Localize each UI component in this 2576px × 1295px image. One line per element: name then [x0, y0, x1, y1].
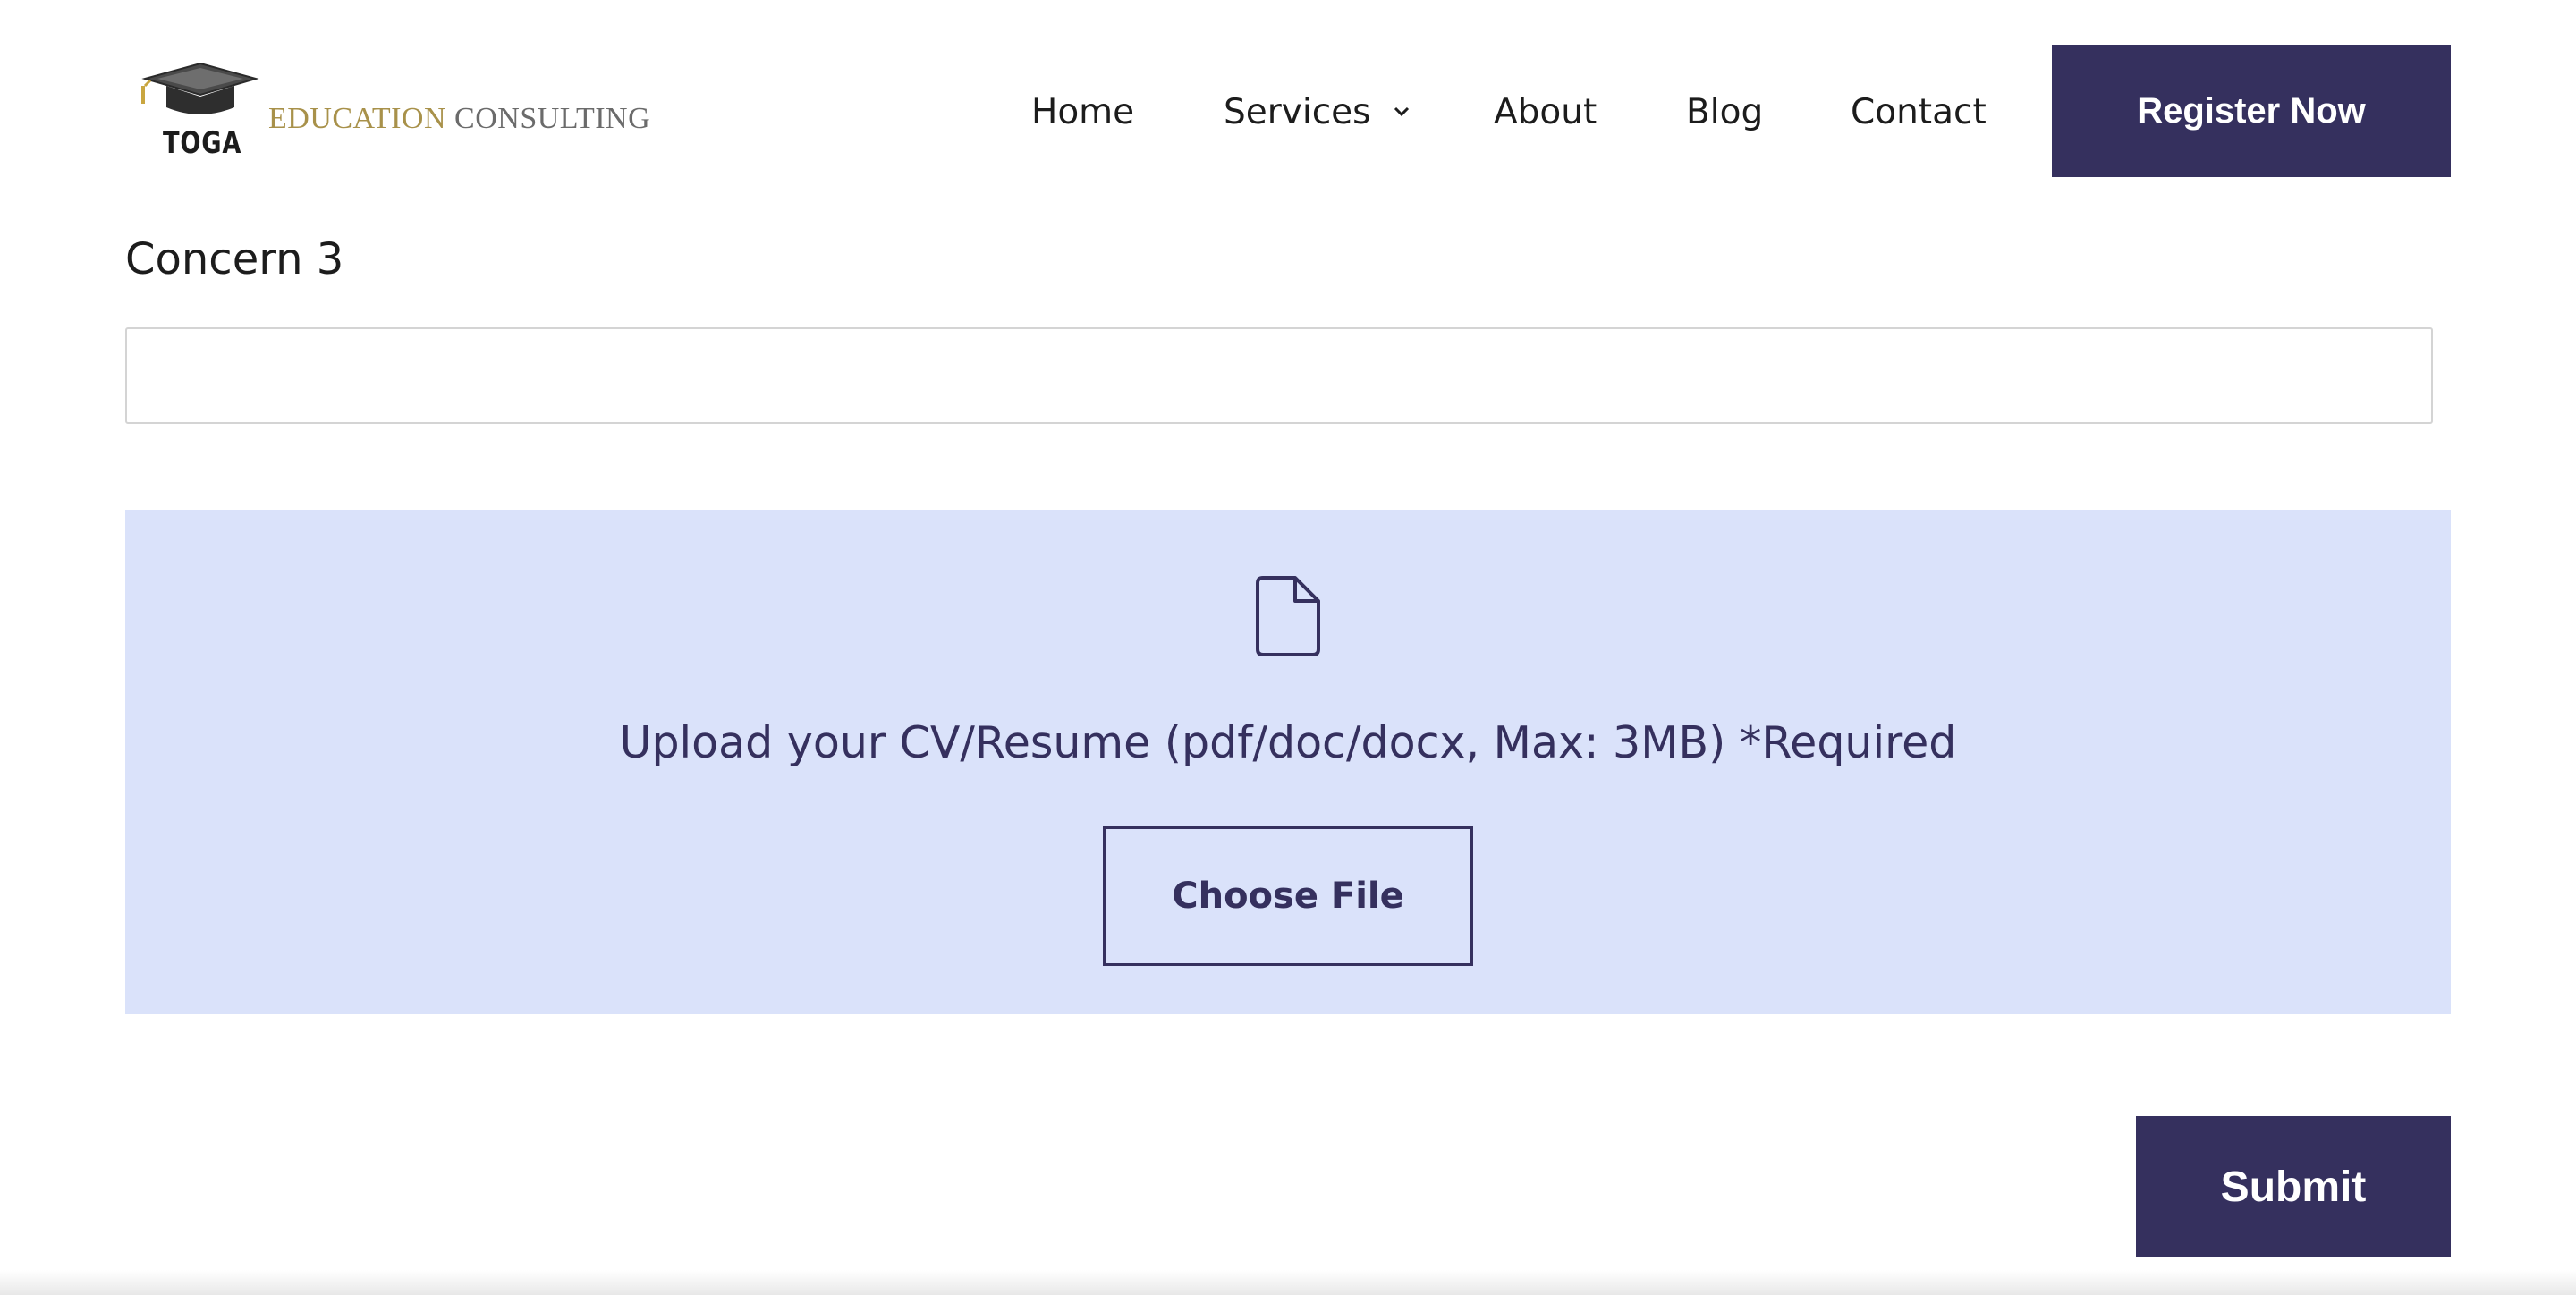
choose-file-button[interactable]: Choose File [1103, 826, 1473, 966]
submit-button[interactable]: Submit [2136, 1116, 2451, 1257]
chevron-down-icon [1394, 106, 1410, 117]
nav-item-label: Blog [1686, 91, 1764, 132]
nav-item-label: Services [1224, 91, 1371, 132]
nav-item-label: Home [1031, 91, 1135, 132]
nav-item-home[interactable]: Home [1031, 80, 1134, 143]
nav-item-label: Contact [1851, 91, 1987, 132]
nav-item-services[interactable]: Services [1224, 80, 1411, 143]
bottom-shadow [0, 1270, 2576, 1295]
file-upload-dropzone[interactable]: Upload your CV/Resume (pdf/doc/docx, Max… [125, 510, 2451, 1014]
nav-item-contact[interactable]: Contact [1851, 80, 1987, 143]
file-icon [1256, 576, 1320, 656]
nav-item-blog[interactable]: Blog [1686, 80, 1763, 143]
page: TOGA EDUCATION CONSULTING Home Services … [0, 0, 2576, 1295]
concern3-label: Concern 3 [125, 234, 344, 284]
register-now-button[interactable]: Register Now [2052, 45, 2451, 177]
concern3-input[interactable] [125, 327, 2433, 424]
nav-item-about[interactable]: About [1494, 80, 1597, 143]
upload-instructions: Upload your CV/Resume (pdf/doc/docx, Max… [619, 717, 1957, 768]
nav-item-label: About [1494, 91, 1597, 132]
